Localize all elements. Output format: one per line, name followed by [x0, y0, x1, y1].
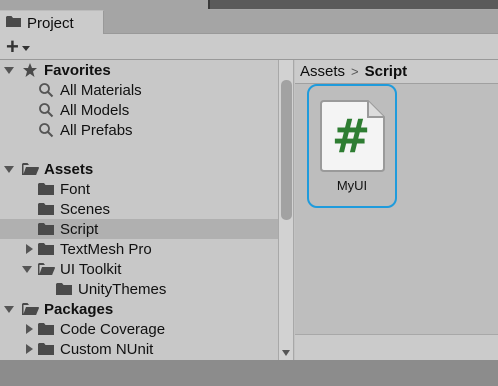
- tree-label-packages: Packages: [44, 300, 114, 318]
- tree-item-scenes[interactable]: Scenes: [0, 199, 278, 219]
- scrollbar-thumb[interactable]: [281, 80, 292, 220]
- scroll-down-icon[interactable]: [282, 350, 290, 356]
- expand-arrow-icon[interactable]: [24, 344, 34, 354]
- plus-icon: +: [6, 34, 19, 59]
- tree-item-packages[interactable]: Packages: [0, 299, 278, 319]
- tree-label-favorites: Favorites: [44, 61, 111, 79]
- expand-arrow-icon[interactable]: [4, 304, 14, 314]
- tree-label-ui-toolkit: UI Toolkit: [60, 260, 122, 278]
- expand-arrow-icon[interactable]: [4, 65, 14, 75]
- hash-symbol: #: [332, 109, 371, 163]
- folder-icon: [6, 15, 22, 31]
- folder-icon: [38, 242, 55, 256]
- tree-item-script[interactable]: Script: [0, 219, 278, 239]
- tree-item-all-prefabs[interactable]: All Prefabs: [0, 120, 278, 140]
- tree-item-code-coverage[interactable]: Code Coverage: [0, 319, 278, 339]
- tree-label-font: Font: [60, 180, 91, 198]
- top-strip-right: [208, 0, 498, 9]
- tree-item-font[interactable]: Font: [0, 179, 278, 199]
- tree-label-code-coverage: Code Coverage: [60, 320, 166, 338]
- chevron-down-icon: [21, 45, 30, 51]
- tree-label-assets: Assets: [44, 160, 94, 178]
- top-strip-left: [0, 0, 208, 10]
- content-footer: [295, 334, 498, 360]
- tree-label-all-materials: All Materials: [60, 81, 142, 99]
- tree-item-all-models[interactable]: All Models: [0, 100, 278, 120]
- breadcrumb-separator: >: [351, 64, 359, 79]
- open-folder-icon: [38, 262, 56, 276]
- tree-label-all-prefabs: All Prefabs: [60, 121, 133, 139]
- tree-item-assets[interactable]: Assets: [0, 159, 278, 179]
- folder-icon: [38, 182, 55, 196]
- open-folder-icon: [22, 302, 40, 316]
- expand-arrow-icon[interactable]: [24, 244, 34, 254]
- breadcrumb: Assets > Script: [295, 60, 498, 84]
- tree-item-favorites[interactable]: Favorites: [0, 60, 278, 80]
- window-top-strip: [0, 0, 498, 10]
- tree-item-custom-nunit[interactable]: Custom NUnit: [0, 339, 278, 359]
- tab-label: Project: [27, 14, 74, 32]
- breadcrumb-root[interactable]: Assets: [300, 63, 345, 80]
- tree-item-ui-toolkit[interactable]: UI Toolkit: [0, 259, 278, 279]
- expand-arrow-icon[interactable]: [4, 164, 14, 174]
- csharp-script-icon: #: [320, 100, 385, 172]
- search-icon: [38, 102, 54, 118]
- tab-bar: Project: [0, 10, 498, 35]
- expand-arrow-icon[interactable]: [22, 264, 32, 274]
- open-folder-icon: [22, 162, 40, 176]
- tree-label-all-models: All Models: [60, 101, 130, 119]
- tree-item-unitythemes[interactable]: UnityThemes: [0, 279, 278, 299]
- tree-label-textmesh-pro: TextMesh Pro: [60, 240, 152, 258]
- bottom-status-bar: [0, 360, 498, 386]
- tree-label-unitythemes: UnityThemes: [78, 280, 167, 298]
- tree-item-textmesh-pro[interactable]: TextMesh Pro: [0, 239, 278, 259]
- tree-label-custom-nunit: Custom NUnit: [60, 340, 154, 358]
- folder-icon: [38, 322, 55, 336]
- asset-label: MyUI: [336, 178, 368, 193]
- tree-scrollbar[interactable]: [278, 60, 294, 360]
- search-icon: [38, 82, 54, 98]
- expand-arrow-icon[interactable]: [24, 324, 34, 334]
- folder-icon: [38, 342, 55, 356]
- tab-project[interactable]: Project: [0, 10, 104, 35]
- star-icon: [22, 62, 38, 78]
- project-tree[interactable]: Favorites All Materials All Models All P…: [0, 60, 278, 360]
- toolbar: +: [0, 34, 498, 60]
- tree-item-all-materials[interactable]: All Materials: [0, 80, 278, 100]
- folder-icon: [38, 222, 55, 236]
- tree-label-script: Script: [60, 220, 99, 238]
- breadcrumb-current[interactable]: Script: [365, 63, 408, 80]
- search-icon: [38, 122, 54, 138]
- folder-icon: [56, 282, 73, 296]
- create-button[interactable]: +: [6, 34, 40, 59]
- asset-tile-myui[interactable]: # MyUI: [307, 84, 397, 208]
- tree-label-scenes: Scenes: [60, 200, 111, 218]
- asset-content-panel[interactable]: Assets > Script # MyUI: [295, 60, 498, 360]
- folder-icon: [38, 202, 55, 216]
